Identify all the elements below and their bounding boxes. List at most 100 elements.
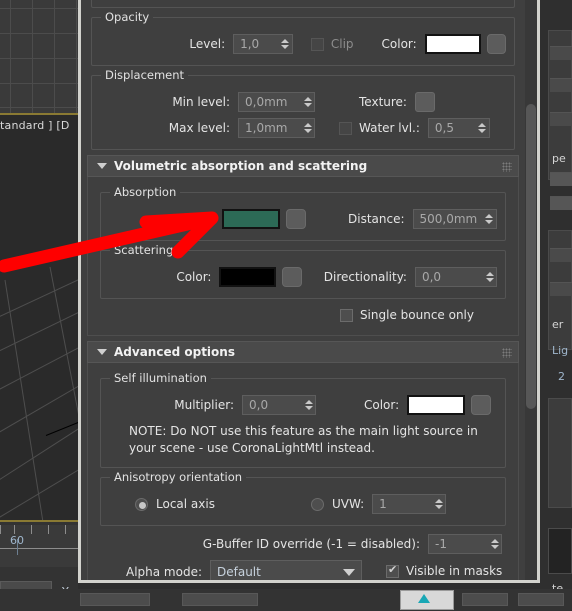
spinner-arrows-icon[interactable]	[483, 268, 496, 286]
directionality-label: Directionality:	[323, 270, 407, 284]
gbuffer-row: G-Buffer ID override (-1 = disabled): -1	[96, 530, 510, 558]
toolbar-button-3[interactable]	[462, 593, 508, 606]
opacity-group: Opacity Level: 1,0 Clip Color:	[91, 10, 515, 66]
material-editor-dialog: Opacity Level: 1,0 Clip Color: Displacem…	[78, 0, 540, 583]
self-illumination-row: Multiplier: 0,0 Color:	[109, 392, 497, 418]
advanced-rollout-title: Advanced options	[114, 345, 235, 359]
anisotropy-row: Local axis UVW: 1	[109, 491, 497, 517]
toolbar-button-2[interactable]	[182, 593, 258, 606]
grip-dots-icon[interactable]	[502, 162, 512, 172]
gbuffer-label: G-Buffer ID override (-1 = disabled):	[202, 537, 420, 551]
uvw-label: UVW:	[331, 497, 365, 511]
scattering-group-title: Scattering	[110, 243, 178, 257]
single-bounce-checkbox[interactable]	[339, 308, 353, 322]
opacity-color-swatch[interactable]	[424, 34, 481, 54]
absorption-group-title: Absorption	[110, 185, 181, 199]
partial-group-above	[91, 0, 515, 8]
self-illumination-texture-button[interactable]	[471, 395, 492, 415]
advanced-rollout-header[interactable]: Advanced options	[87, 341, 519, 363]
flags-checkbox-list: Visible in masks Legacy mode PBR mode	[386, 560, 502, 580]
absorption-distance-label: Distance:	[348, 212, 405, 226]
scattering-texture-button[interactable]	[282, 267, 302, 287]
spinner-arrows-icon[interactable]	[301, 119, 314, 137]
directionality-value: 0,0	[421, 270, 442, 284]
displacement-texture-button[interactable]	[414, 92, 435, 112]
spinner-arrows-icon[interactable]	[432, 495, 445, 513]
visible-in-masks-row: Visible in masks	[386, 560, 502, 580]
displacement-max-label: Max level:	[168, 121, 230, 135]
right-fragment-1: er	[552, 318, 564, 331]
visible-in-masks-checkbox[interactable]	[386, 563, 399, 578]
opacity-clip-label: Clip	[330, 37, 354, 51]
right-fragment-3: 2	[558, 370, 565, 383]
timeline-frame-label: 60	[10, 534, 24, 547]
toolbar-arrow-icon	[418, 594, 430, 603]
displacement-texture-label: Texture:	[359, 95, 407, 109]
directionality-spinner[interactable]: 0,0	[414, 267, 497, 287]
app-root: tandard ] [D 60 pe er Lig 2 Opacity Leve…	[0, 0, 572, 611]
water-level-spinner[interactable]: 0,5	[427, 118, 490, 138]
uvw-spinner[interactable]: 1	[372, 494, 447, 514]
anisotropy-group: Anisotropy orientation Local axis UVW: 1	[100, 470, 506, 526]
scattering-group: Scattering Color: Directionality: 0,0	[100, 243, 506, 299]
gbuffer-spinner[interactable]: -1	[428, 534, 502, 554]
alpha-mode-dropdown[interactable]: Default	[210, 560, 362, 580]
self-illumination-color-swatch[interactable]	[407, 395, 466, 415]
viewport-perspective[interactable]: tandard ] [D	[0, 115, 78, 520]
spinner-arrows-icon[interactable]	[301, 93, 314, 111]
local-axis-radio[interactable]	[135, 497, 148, 511]
self-illumination-note: NOTE: Do NOT use this feature as the mai…	[129, 424, 478, 455]
absorption-group: Absorption Color: Distance: 500,0mm	[100, 185, 506, 241]
timeline[interactable]: 60	[0, 525, 78, 567]
spinner-arrows-icon[interactable]	[476, 119, 489, 137]
water-level-checkbox[interactable]	[339, 121, 352, 135]
opacity-clip-checkbox[interactable]	[310, 37, 324, 51]
spinner-arrows-icon[interactable]	[483, 210, 495, 228]
spinner-arrows-icon[interactable]	[302, 396, 315, 414]
uvw-radio[interactable]	[310, 497, 324, 511]
toolbar-button-1[interactable]	[80, 593, 150, 606]
scattering-color-label: Color:	[176, 270, 212, 284]
advanced-rollout-body: Self illumination Multiplier: 0,0 Color:…	[87, 363, 519, 580]
absorption-texture-button[interactable]	[286, 209, 306, 229]
absorption-row: Color: Distance: 500,0mm	[109, 206, 497, 232]
opacity-level-label: Level:	[189, 37, 226, 51]
grip-dots-icon[interactable]	[502, 348, 512, 358]
scattering-row: Color: Directionality: 0,0	[109, 264, 497, 290]
viewport-top[interactable]	[0, 0, 78, 113]
gbuffer-value: -1	[435, 537, 447, 551]
volumetric-rollout-header[interactable]: Volumetric absorption and scattering	[87, 155, 519, 177]
visible-in-masks-label: Visible in masks	[406, 564, 503, 578]
scrollbar-thumb[interactable]	[526, 104, 536, 409]
spinner-arrows-icon[interactable]	[279, 35, 292, 53]
anisotropy-group-title: Anisotropy orientation	[110, 470, 247, 484]
opacity-level-row: Level: 1,0 Clip Color:	[100, 31, 506, 57]
absorption-color-label: Color:	[178, 212, 214, 226]
spinner-arrows-icon[interactable]	[488, 535, 501, 553]
absorption-distance-value: 500,0mm	[419, 212, 478, 226]
toolbar-button-4[interactable]	[518, 593, 564, 606]
water-level-label: Water lvl.:	[359, 121, 420, 135]
volumetric-rollout-body: Absorption Color: Distance: 500,0mm Scat…	[87, 177, 519, 336]
single-bounce-label: Single bounce only	[359, 308, 474, 322]
volumetric-rollout-title: Volumetric absorption and scattering	[114, 159, 368, 173]
displacement-group: Displacement Min level: 0,0mm Texture: M…	[91, 68, 515, 150]
alpha-and-flags-row: Alpha mode: Default Visible in masks Leg…	[96, 560, 510, 580]
dialog-scroll-content: Opacity Level: 1,0 Clip Color: Displacem…	[81, 0, 525, 580]
single-bounce-row: Single bounce only	[96, 303, 510, 327]
displacement-min-spinner[interactable]: 0,0mm	[238, 92, 315, 112]
opacity-group-title: Opacity	[101, 10, 154, 24]
self-illumination-group: Self illumination Multiplier: 0,0 Color:…	[100, 371, 506, 468]
absorption-color-swatch[interactable]	[222, 209, 280, 229]
dialog-scrollbar[interactable]	[525, 0, 537, 580]
alpha-mode-value: Default	[217, 565, 261, 579]
absorption-distance-spinner[interactable]: 500,0mm	[412, 209, 497, 229]
scattering-color-swatch[interactable]	[219, 267, 277, 287]
local-axis-label: Local axis	[156, 497, 215, 511]
displacement-min-label: Min level:	[172, 95, 230, 109]
displacement-max-spinner[interactable]: 1,0mm	[238, 118, 315, 138]
opacity-color-label: Color:	[381, 37, 417, 51]
multiplier-spinner[interactable]: 0,0	[242, 395, 316, 415]
opacity-texture-button[interactable]	[486, 34, 506, 54]
opacity-level-spinner[interactable]: 1,0	[233, 34, 293, 54]
